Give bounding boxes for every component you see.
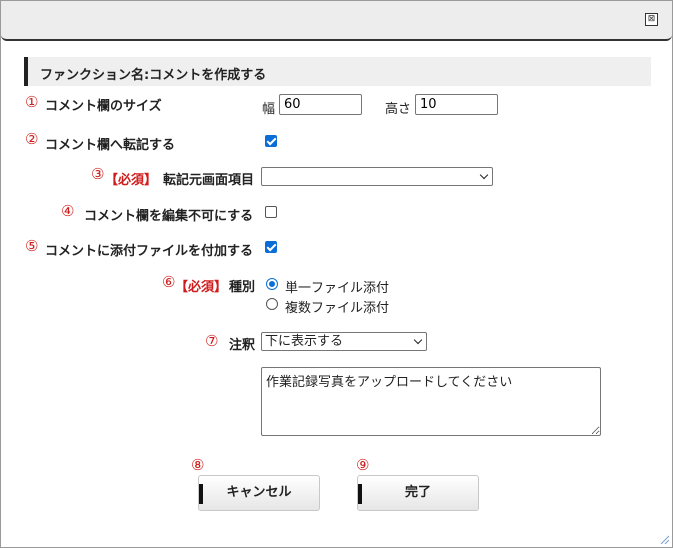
resize-grip-icon[interactable] <box>659 534 669 544</box>
transcribe-label: コメント欄へ転記する <box>45 138 176 153</box>
step-number-9: ⑨ <box>356 456 370 474</box>
attach-file-checkbox[interactable] <box>265 241 277 253</box>
complete-button-label: 完了 <box>404 485 431 500</box>
step-number-4: ④ <box>61 202 75 220</box>
multiple-file-radio[interactable] <box>266 298 278 310</box>
width-label: 幅 <box>262 102 276 117</box>
single-file-radio[interactable] <box>266 278 278 290</box>
readonly-label: コメント欄を編集不可にする <box>84 209 254 224</box>
width-input[interactable] <box>279 94 362 115</box>
step-number-6: ⑥ <box>162 273 176 291</box>
step-number-5: ⑤ <box>25 237 39 255</box>
source-item-label: 転記元画面項目 <box>163 173 255 188</box>
step-number-3: ③ <box>91 165 105 183</box>
type-label: 種別 <box>229 280 256 295</box>
multiple-file-label[interactable]: 複数ファイル添付 <box>285 297 389 316</box>
required-badge: 【必須】 <box>105 173 158 188</box>
section-header: ファンクション名:コメントを作成する <box>24 57 651 86</box>
close-icon[interactable]: ⊠ <box>645 13 658 26</box>
cancel-button-label: キャンセル <box>226 485 292 500</box>
annotation-position-value: 下に表示する <box>265 334 344 349</box>
step-number-1: ① <box>25 93 39 111</box>
button-accent-bar <box>358 484 362 504</box>
step-number-8: ⑧ <box>191 456 205 474</box>
cancel-button[interactable]: キャンセル <box>198 475 320 511</box>
attach-file-label: コメントに添付ファイルを付加する <box>45 244 254 259</box>
height-label: 高さ <box>385 102 412 117</box>
chevron-down-icon <box>479 170 489 180</box>
annotation-position-select[interactable]: 下に表示する <box>261 332 427 351</box>
dialog-titlebar: ⊠ <box>1 1 672 41</box>
required-badge-2: 【必須】 <box>175 280 228 295</box>
comment-size-label: コメント欄のサイズ <box>45 99 162 114</box>
readonly-checkbox[interactable] <box>265 206 277 218</box>
section-title: ファンクション名:コメントを作成する <box>40 68 267 83</box>
single-file-label[interactable]: 単一ファイル添付 <box>285 277 389 296</box>
source-item-select[interactable] <box>261 167 493 186</box>
transcribe-checkbox[interactable] <box>265 135 277 147</box>
step-number-7: ⑦ <box>205 332 219 350</box>
height-input[interactable] <box>415 94 498 115</box>
annotation-textarea[interactable] <box>261 367 601 436</box>
step-number-2: ② <box>25 130 39 148</box>
annotation-label: 注釈 <box>229 338 256 353</box>
function-settings-dialog: ⊠ ファンクション名:コメントを作成する ① コメント欄のサイズ 幅 高さ ② … <box>0 0 673 548</box>
chevron-down-icon <box>413 335 423 345</box>
complete-button[interactable]: 完了 <box>357 475 479 511</box>
button-accent-bar <box>199 484 203 504</box>
